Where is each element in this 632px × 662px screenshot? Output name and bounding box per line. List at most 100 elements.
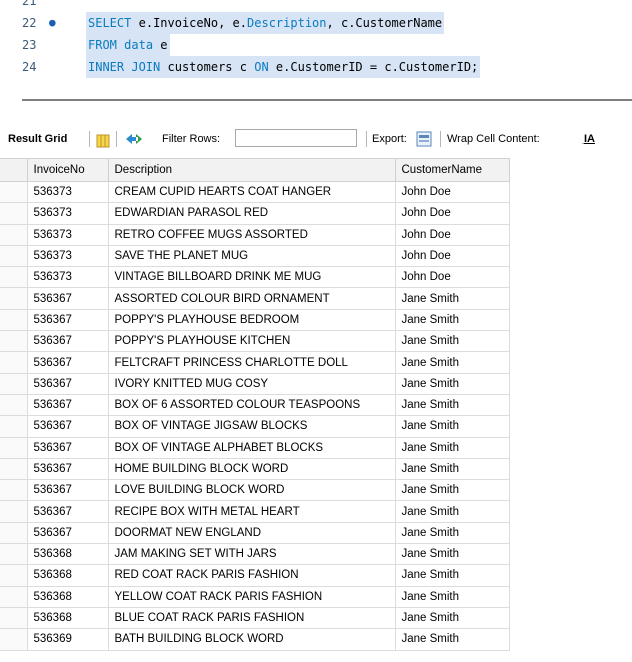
table-row[interactable]: 536368 RED COAT RACK PARIS FASHION Jane Sm…	[0, 564, 510, 587]
sql-editor[interactable]: 21 22 ● SELECT e.InvoiceNo, e.Descriptio…	[0, 0, 632, 100]
cell-invoiceno[interactable]: 536368	[26, 585, 109, 608]
table-row[interactable]: 536373 RETRO COFFEE MUGS ASSORTED John Doe	[0, 223, 510, 246]
cell-description[interactable]: LOVE BUILDING BLOCK WORD	[107, 479, 396, 502]
row-selector[interactable]	[0, 351, 28, 374]
cell-invoiceno[interactable]: 536368	[26, 606, 109, 630]
row-selector[interactable]	[0, 180, 28, 204]
table-row[interactable]: 536368 BLUE COAT RACK PARIS FASHION Jane S…	[0, 606, 510, 630]
cell-customername[interactable]: Jane Smith	[394, 308, 510, 332]
column-header-description[interactable]: Description	[107, 158, 396, 182]
row-selector[interactable]	[0, 244, 28, 268]
cell-description[interactable]: HOME BUILDING BLOCK WORD	[107, 457, 396, 481]
cell-description[interactable]: POPPY'S PLAYHOUSE KITCHEN	[107, 330, 396, 353]
cell-invoiceno[interactable]: 536368	[26, 564, 109, 587]
cell-description[interactable]: BOX OF VINTAGE JIGSAW BLOCKS	[107, 415, 396, 438]
cell-invoiceno[interactable]: 536367	[26, 457, 109, 481]
table-row[interactable]: 536367 ASSORTED COLOUR BIRD ORNAMENT Jane …	[0, 287, 510, 310]
table-row[interactable]: 536373 CREAM CUPID HEARTS COAT HANGER John…	[0, 180, 510, 204]
cell-invoiceno[interactable]: 536367	[26, 308, 109, 332]
cell-invoiceno[interactable]: 536373	[26, 202, 109, 225]
cell-description[interactable]: DOORMAT NEW ENGLAND	[107, 521, 396, 545]
cell-description[interactable]: RED COAT RACK PARIS FASHION	[107, 564, 396, 587]
result-grid-tab[interactable]: Result Grid	[8, 126, 67, 152]
row-selector[interactable]	[0, 223, 28, 246]
table-row[interactable]: 536368 YELLOW COAT RACK PARIS FASHION Jane…	[0, 585, 510, 608]
cell-invoiceno[interactable]: 536367	[26, 287, 109, 310]
cell-invoiceno[interactable]: 536367	[26, 521, 109, 545]
row-selector[interactable]	[0, 585, 28, 608]
cell-description[interactable]: BOX OF 6 ASSORTED COLOUR TEASPOONS	[107, 393, 396, 417]
cell-customername[interactable]: Jane Smith	[394, 287, 510, 310]
table-row[interactable]: 536369 BATH BUILDING BLOCK WORD Jane Smith	[0, 628, 510, 651]
cell-customername[interactable]: Jane Smith	[394, 521, 510, 545]
row-selector[interactable]	[0, 393, 28, 417]
row-selector[interactable]	[0, 628, 28, 651]
row-selector[interactable]	[0, 457, 28, 481]
cell-invoiceno[interactable]: 536367	[26, 415, 109, 438]
table-row[interactable]: 536367 DOORMAT NEW ENGLAND Jane Smith	[0, 521, 510, 545]
cell-customername[interactable]: Jane Smith	[394, 606, 510, 630]
refresh-arrows-icon[interactable]	[124, 131, 144, 147]
row-selector[interactable]	[0, 436, 28, 459]
table-row[interactable]: 536367 POPPY'S PLAYHOUSE KITCHEN Jane Smit…	[0, 330, 510, 353]
row-selector[interactable]	[0, 372, 28, 395]
cell-description[interactable]: FELTCRAFT PRINCESS CHARLOTTE DOLL	[107, 351, 396, 374]
row-selector[interactable]	[0, 415, 28, 438]
row-selector[interactable]	[0, 202, 28, 225]
row-selector[interactable]	[0, 606, 28, 630]
cell-customername[interactable]: Jane Smith	[394, 436, 510, 459]
table-row[interactable]: 536373 SAVE THE PLANET MUG John Doe	[0, 244, 510, 268]
column-header-customername[interactable]: CustomerName	[394, 158, 510, 182]
cell-description[interactable]: YELLOW COAT RACK PARIS FASHION	[107, 585, 396, 608]
row-selector[interactable]	[0, 266, 28, 289]
table-row[interactable]: 536367 BOX OF 6 ASSORTED COLOUR TEASPOONS…	[0, 393, 510, 417]
cell-customername[interactable]: Jane Smith	[394, 564, 510, 587]
cell-invoiceno[interactable]: 536367	[26, 436, 109, 459]
cell-customername[interactable]: Jane Smith	[394, 457, 510, 481]
cell-customername[interactable]: Jane Smith	[394, 330, 510, 353]
row-selector[interactable]	[0, 308, 28, 332]
cell-invoiceno[interactable]: 536367	[26, 393, 109, 417]
cell-invoiceno[interactable]: 536367	[26, 372, 109, 395]
cell-invoiceno[interactable]: 536367	[26, 351, 109, 374]
table-row[interactable]: 536367 BOX OF VINTAGE JIGSAW BLOCKS Jane S…	[0, 415, 510, 438]
cell-description[interactable]: EDWARDIAN PARASOL RED	[107, 202, 396, 225]
cell-customername[interactable]: Jane Smith	[394, 393, 510, 417]
cell-description[interactable]: POPPY'S PLAYHOUSE BEDROOM	[107, 308, 396, 332]
row-selector[interactable]	[0, 521, 28, 545]
filter-rows-input[interactable]	[235, 129, 357, 147]
cell-description[interactable]: SAVE THE PLANET MUG	[107, 244, 396, 268]
result-grid[interactable]: InvoiceNo Description CustomerName 53637…	[0, 158, 632, 651]
cell-customername[interactable]: Jane Smith	[394, 351, 510, 374]
cell-description[interactable]: VINTAGE BILLBOARD DRINK ME MUG	[107, 266, 396, 289]
editor-splitter[interactable]	[22, 99, 632, 101]
row-selector[interactable]	[0, 564, 28, 587]
cell-customername[interactable]: John Doe	[394, 244, 510, 268]
cell-customername[interactable]: Jane Smith	[394, 543, 510, 566]
cell-customername[interactable]: John Doe	[394, 180, 510, 204]
wrap-text-icon[interactable]: I̲A	[584, 126, 595, 152]
table-row[interactable]: 536367 LOVE BUILDING BLOCK WORD Jane Smith	[0, 479, 510, 502]
table-row[interactable]: 536368 JAM MAKING SET WITH JARS Jane Smith	[0, 543, 510, 566]
table-row[interactable]: 536367 FELTCRAFT PRINCESS CHARLOTTE DOLL J…	[0, 351, 510, 374]
row-selector[interactable]	[0, 479, 28, 502]
cell-description[interactable]: JAM MAKING SET WITH JARS	[107, 543, 396, 566]
export-icon[interactable]	[416, 130, 434, 148]
cell-invoiceno[interactable]: 536367	[26, 500, 109, 523]
row-selector[interactable]	[0, 500, 28, 523]
cell-customername[interactable]: John Doe	[394, 223, 510, 246]
cell-description[interactable]: ASSORTED COLOUR BIRD ORNAMENT	[107, 287, 396, 310]
cell-invoiceno[interactable]: 536367	[26, 479, 109, 502]
table-row[interactable]: 536367 POPPY'S PLAYHOUSE BEDROOM Jane Smit…	[0, 308, 510, 332]
cell-invoiceno[interactable]: 536373	[26, 223, 109, 246]
row-selector[interactable]	[0, 330, 28, 353]
row-selector[interactable]	[0, 287, 28, 310]
cell-customername[interactable]: Jane Smith	[394, 585, 510, 608]
cell-customername[interactable]: John Doe	[394, 266, 510, 289]
cell-description[interactable]: RECIPE BOX WITH METAL HEART	[107, 500, 396, 523]
table-row[interactable]: 536367 HOME BUILDING BLOCK WORD Jane Smith	[0, 457, 510, 481]
cell-description[interactable]: CREAM CUPID HEARTS COAT HANGER	[107, 180, 396, 204]
cell-invoiceno[interactable]: 536373	[26, 244, 109, 268]
cell-customername[interactable]: Jane Smith	[394, 372, 510, 395]
cell-description[interactable]: BATH BUILDING BLOCK WORD	[107, 628, 396, 651]
